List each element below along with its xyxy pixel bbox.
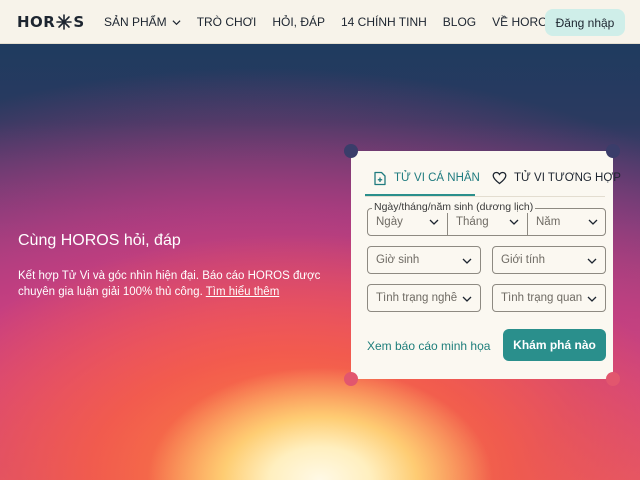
- nav-item-products[interactable]: SẢN PHẨM: [104, 15, 181, 29]
- occupation-value: Tình trạng nghề nghiệp: [376, 292, 458, 304]
- form-tabs: TỬ VI CÁ NHÂN TỬ VI TƯƠNG HỢP: [351, 161, 621, 197]
- relationship-select[interactable]: Tình trạng quan hệ: [492, 284, 606, 312]
- top-nav-bar: HOR S SẢN PHẨM TRÒ CHƠI HỎI, ĐÁP 14 CHÍN…: [0, 0, 640, 44]
- nav-item-qa[interactable]: HỎI, ĐÁP: [272, 15, 325, 29]
- learn-more-link[interactable]: Tìm hiểu thêm: [206, 286, 280, 298]
- card-notch: [344, 372, 358, 386]
- occupation-select[interactable]: Tình trạng nghề nghiệp: [367, 284, 481, 312]
- chevron-down-icon: [462, 258, 472, 264]
- month-select-value: Tháng: [456, 216, 489, 228]
- login-button[interactable]: Đăng nhập: [545, 9, 625, 36]
- card-notch: [344, 144, 358, 158]
- horoscope-form-card: TỬ VI CÁ NHÂN TỬ VI TƯƠNG HỢP Ngày Tháng…: [344, 144, 621, 386]
- tab-label: TỬ VI TƯƠNG HỢP: [514, 172, 621, 184]
- hero-description: Kết hợp Tử Vi và góc nhìn hiện đại. Báo …: [18, 268, 328, 300]
- year-select[interactable]: Năm: [528, 209, 606, 235]
- hero-description-line2: chuyên gia luận giải 100% thủ công.: [18, 286, 203, 298]
- gender-select[interactable]: Giới tính: [492, 246, 606, 274]
- card-notch: [606, 144, 620, 158]
- add-document-icon: [374, 171, 386, 185]
- nav-item-label: 14 CHÍNH TINH: [341, 15, 427, 29]
- day-select-value: Ngày: [376, 216, 403, 228]
- chevron-down-icon: [462, 296, 472, 302]
- birth-hour-value: Giờ sinh: [376, 254, 420, 266]
- tab-personal-horoscope[interactable]: TỬ VI CÁ NHÂN: [373, 161, 480, 195]
- nav-item-label: HỎI, ĐÁP: [272, 15, 325, 29]
- tab-compatibility-horoscope[interactable]: TỬ VI TƯƠNG HỢP: [492, 161, 621, 195]
- heart-icon: [492, 171, 507, 185]
- year-select-value: Năm: [536, 216, 561, 228]
- main-navigation: SẢN PHẨM TRÒ CHƠI HỎI, ĐÁP 14 CHÍNH TINH…: [104, 0, 586, 44]
- nav-item-label: SẢN PHẨM: [104, 15, 167, 29]
- hero-description-line1: Kết hợp Tử Vi và góc nhìn hiện đại. Báo …: [18, 270, 321, 282]
- logo-text-right: S: [73, 13, 85, 31]
- tab-label: TỬ VI CÁ NHÂN: [394, 172, 480, 184]
- hero-title: Cùng HOROS hỏi, đáp: [18, 232, 181, 249]
- chevron-down-icon: [587, 258, 597, 264]
- dob-legend: Ngày/tháng/năm sinh (dương lịch): [372, 201, 536, 213]
- card-notch: [606, 372, 620, 386]
- nav-item-main-stars[interactable]: 14 CHÍNH TINH: [341, 15, 427, 29]
- chevron-down-icon: [429, 219, 439, 225]
- birth-hour-select[interactable]: Giờ sinh: [367, 246, 481, 274]
- sparkle-star-icon: [56, 14, 73, 30]
- logo-text-left: HOR: [17, 13, 56, 31]
- sample-report-link[interactable]: Xem báo cáo minh họa: [367, 339, 490, 353]
- gender-value: Giới tính: [501, 254, 545, 266]
- nav-item-label: BLOG: [442, 15, 477, 29]
- nav-item-blog[interactable]: BLOG: [443, 15, 476, 29]
- relationship-value: Tình trạng quan hệ: [501, 292, 583, 304]
- chevron-down-icon: [509, 219, 519, 225]
- chevron-down-icon: [587, 296, 597, 302]
- explore-button[interactable]: Khám phá nào: [503, 329, 606, 361]
- nav-item-games[interactable]: TRÒ CHƠI: [197, 15, 257, 29]
- nav-item-label: TRÒ CHƠI: [196, 15, 257, 29]
- horos-logo[interactable]: HOR S: [17, 12, 85, 32]
- chevron-down-icon: [172, 19, 181, 25]
- chevron-down-icon: [588, 219, 598, 225]
- tab-divider: [365, 196, 605, 197]
